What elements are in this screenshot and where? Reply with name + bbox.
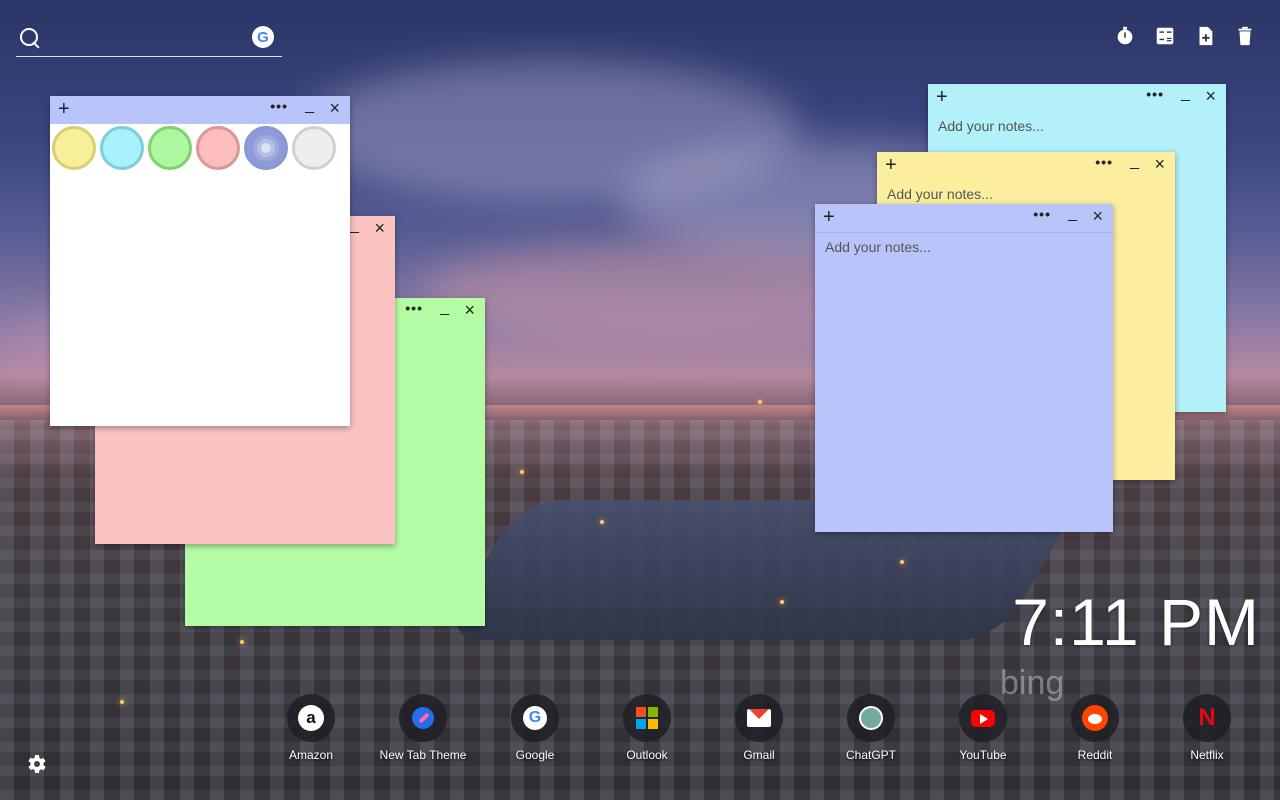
google-icon[interactable]: G — [252, 26, 274, 48]
more-options-icon[interactable]: ••• — [270, 98, 288, 114]
add-note-icon[interactable] — [1194, 24, 1216, 48]
shortcut-gmail[interactable]: Gmail — [703, 694, 815, 762]
youtube-icon — [971, 709, 995, 727]
note-header: + ••• _ × — [50, 96, 350, 124]
shortcut-new-tab-theme[interactable]: New Tab Theme — [367, 694, 479, 762]
chatgpt-icon — [859, 706, 883, 730]
shortcut-google[interactable]: G Google — [479, 694, 591, 762]
minimize-icon[interactable]: _ — [1130, 153, 1139, 171]
close-icon[interactable]: × — [1092, 207, 1103, 225]
shortcut-amazon[interactable]: a Amazon — [255, 694, 367, 762]
shortcut-label: Amazon — [288, 748, 334, 762]
shortcut-label: YouTube — [959, 748, 1007, 762]
note-header: + ••• _ × — [928, 84, 1226, 112]
amazon-icon: a — [298, 705, 324, 731]
color-swatch-cyan[interactable] — [100, 126, 144, 170]
shortcut-label: Reddit — [1077, 748, 1113, 762]
shortcut-youtube[interactable]: YouTube — [927, 694, 1039, 762]
shortcut-bar: a Amazon New Tab Theme G Google Outlook … — [255, 694, 1263, 762]
search-icon[interactable] — [20, 28, 38, 46]
note-header: + ••• _ × — [815, 204, 1113, 233]
note-header: + ••• _ × — [877, 152, 1175, 180]
shortcut-reddit[interactable]: Reddit — [1039, 694, 1151, 762]
minimize-icon[interactable]: _ — [350, 217, 359, 235]
new-tab-theme-icon — [412, 707, 434, 729]
google-icon: G — [523, 706, 547, 730]
minimize-icon[interactable]: _ — [440, 299, 449, 317]
close-icon[interactable]: × — [1205, 87, 1216, 105]
color-palette — [50, 124, 350, 170]
more-options-icon[interactable]: ••• — [405, 300, 423, 316]
color-swatch-yellow[interactable] — [52, 126, 96, 170]
sticky-note-white[interactable]: + ••• _ × — [50, 96, 350, 426]
minimize-icon[interactable]: _ — [305, 97, 314, 115]
clock: 7:11 PM — [1012, 585, 1260, 659]
shortcut-label: Google — [515, 748, 555, 762]
note-text-area[interactable] — [815, 233, 1113, 513]
minimize-icon[interactable]: _ — [1181, 85, 1190, 103]
toolbar — [1114, 24, 1256, 48]
shortcut-chatgpt[interactable]: ChatGPT — [815, 694, 927, 762]
close-icon[interactable]: × — [464, 301, 475, 319]
close-icon[interactable]: × — [329, 99, 340, 117]
trash-icon[interactable] — [1234, 24, 1256, 48]
reddit-icon — [1082, 705, 1108, 731]
settings-gear-icon[interactable] — [24, 752, 48, 776]
more-options-icon[interactable]: ••• — [1095, 154, 1113, 170]
add-note-button[interactable]: + — [823, 207, 835, 227]
minimize-icon[interactable]: _ — [1068, 205, 1077, 223]
color-swatch-green[interactable] — [148, 126, 192, 170]
add-note-button[interactable]: + — [936, 87, 948, 107]
shortcut-label: Outlook — [626, 748, 668, 762]
close-icon[interactable]: × — [374, 219, 385, 237]
netflix-icon: N — [1198, 704, 1216, 731]
color-swatch-pink[interactable] — [196, 126, 240, 170]
shortcut-label: Gmail — [743, 748, 775, 762]
microsoft-icon — [636, 707, 658, 729]
more-options-icon[interactable]: ••• — [1146, 86, 1164, 102]
gmail-icon — [747, 709, 771, 727]
color-swatch-gray[interactable] — [292, 126, 336, 170]
shortcut-label: Netflix — [1190, 748, 1224, 762]
add-note-button[interactable]: + — [58, 99, 70, 119]
shortcut-label: New Tab Theme — [379, 748, 467, 762]
shortcut-outlook[interactable]: Outlook — [591, 694, 703, 762]
color-swatch-blue[interactable] — [244, 126, 288, 170]
calculator-icon[interactable] — [1154, 24, 1176, 48]
shortcut-label: ChatGPT — [845, 748, 896, 762]
timer-icon[interactable] — [1114, 24, 1136, 48]
shortcut-netflix[interactable]: N Netflix — [1151, 694, 1263, 762]
search-input[interactable] — [52, 26, 246, 52]
close-icon[interactable]: × — [1154, 155, 1165, 173]
more-options-icon[interactable]: ••• — [1033, 206, 1051, 222]
add-note-button[interactable]: + — [885, 155, 897, 175]
search-bar: G — [16, 24, 282, 57]
sticky-note-blue[interactable]: + ••• _ × — [815, 204, 1113, 532]
